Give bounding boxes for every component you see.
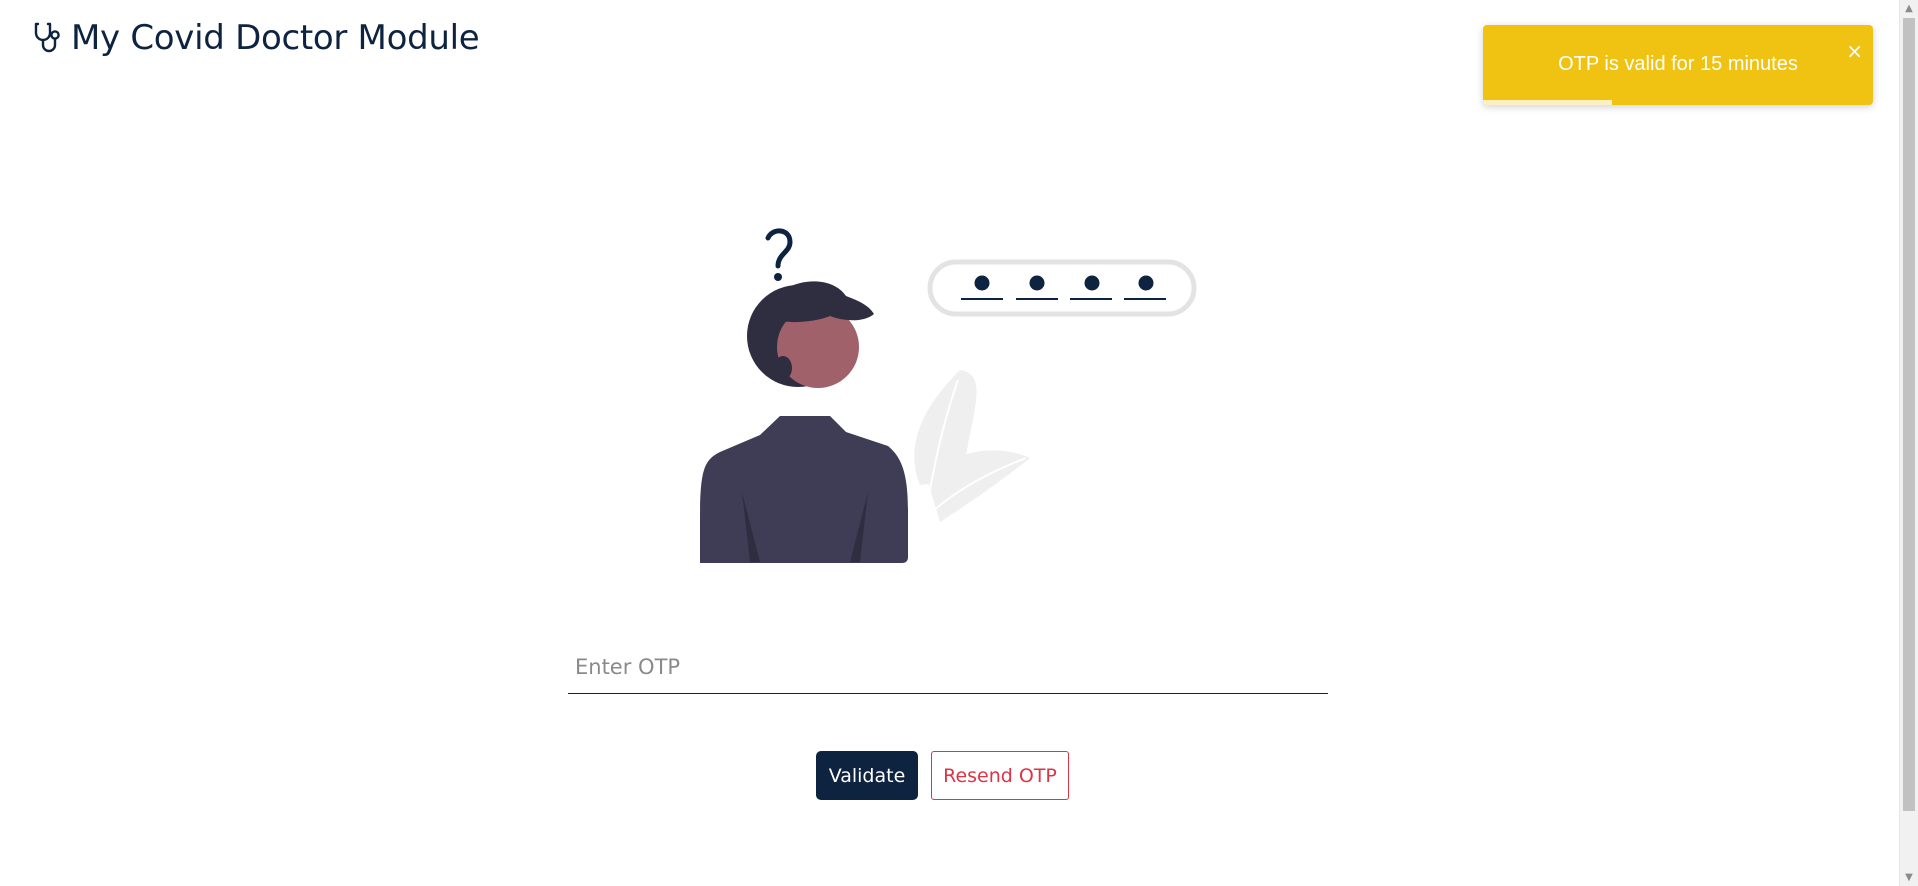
leaf-decoration: [914, 370, 1030, 522]
toast-progress-bar: [1483, 100, 1612, 105]
otp-page: My Covid Doctor Module OTP is valid for …: [0, 0, 1918, 886]
scroll-up-icon[interactable]: ▲: [1900, 0, 1918, 17]
toast-close-icon[interactable]: ×: [1846, 41, 1863, 61]
toast-message: OTP is valid for 15 minutes: [1558, 53, 1798, 75]
app-brand: My Covid Doctor Module: [33, 18, 480, 58]
question-mark-icon: [765, 228, 793, 281]
speech-bubble: [927, 259, 1197, 317]
scroll-thumb[interactable]: [1903, 18, 1915, 811]
app-title: My Covid Doctor Module: [71, 18, 480, 58]
person-figure: [700, 281, 908, 563]
resend-otp-button[interactable]: Resend OTP: [931, 751, 1069, 800]
validate-button[interactable]: Validate: [816, 751, 918, 800]
otp-input[interactable]: [568, 640, 1328, 694]
stethoscope-icon: [33, 21, 65, 55]
otp-illustration: [700, 228, 1197, 563]
scroll-down-icon[interactable]: ▼: [1900, 869, 1918, 886]
otp-validity-toast: OTP is valid for 15 minutes ×: [1483, 25, 1873, 105]
vertical-scrollbar[interactable]: ▲ ▼: [1899, 0, 1918, 886]
toast-progress-track: [1483, 100, 1873, 105]
